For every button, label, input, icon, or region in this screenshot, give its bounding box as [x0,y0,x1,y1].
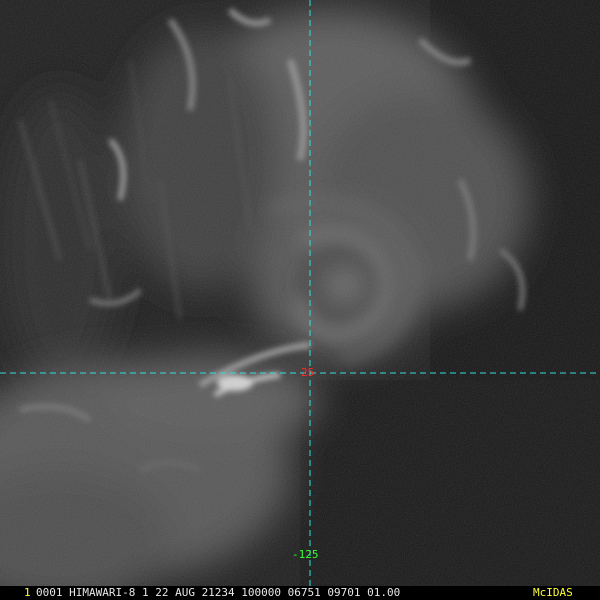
frame-number: 1 [24,586,31,599]
latitude-label: 25 [301,366,315,379]
status-bar: 1 0001 HIMAWARI-8 1 22 AUG 21234 100000 … [0,586,600,600]
longitude-label: -125 [292,548,319,561]
status-text: 0001 HIMAWARI-8 1 22 AUG 21234 100000 06… [36,586,401,599]
satellite-imagery [0,0,600,586]
satellite-image-frame: 25 -125 1 0001 HIMAWARI-8 1 22 AUG 21234… [0,0,600,600]
mcidas-brand: McIDAS [533,586,573,599]
